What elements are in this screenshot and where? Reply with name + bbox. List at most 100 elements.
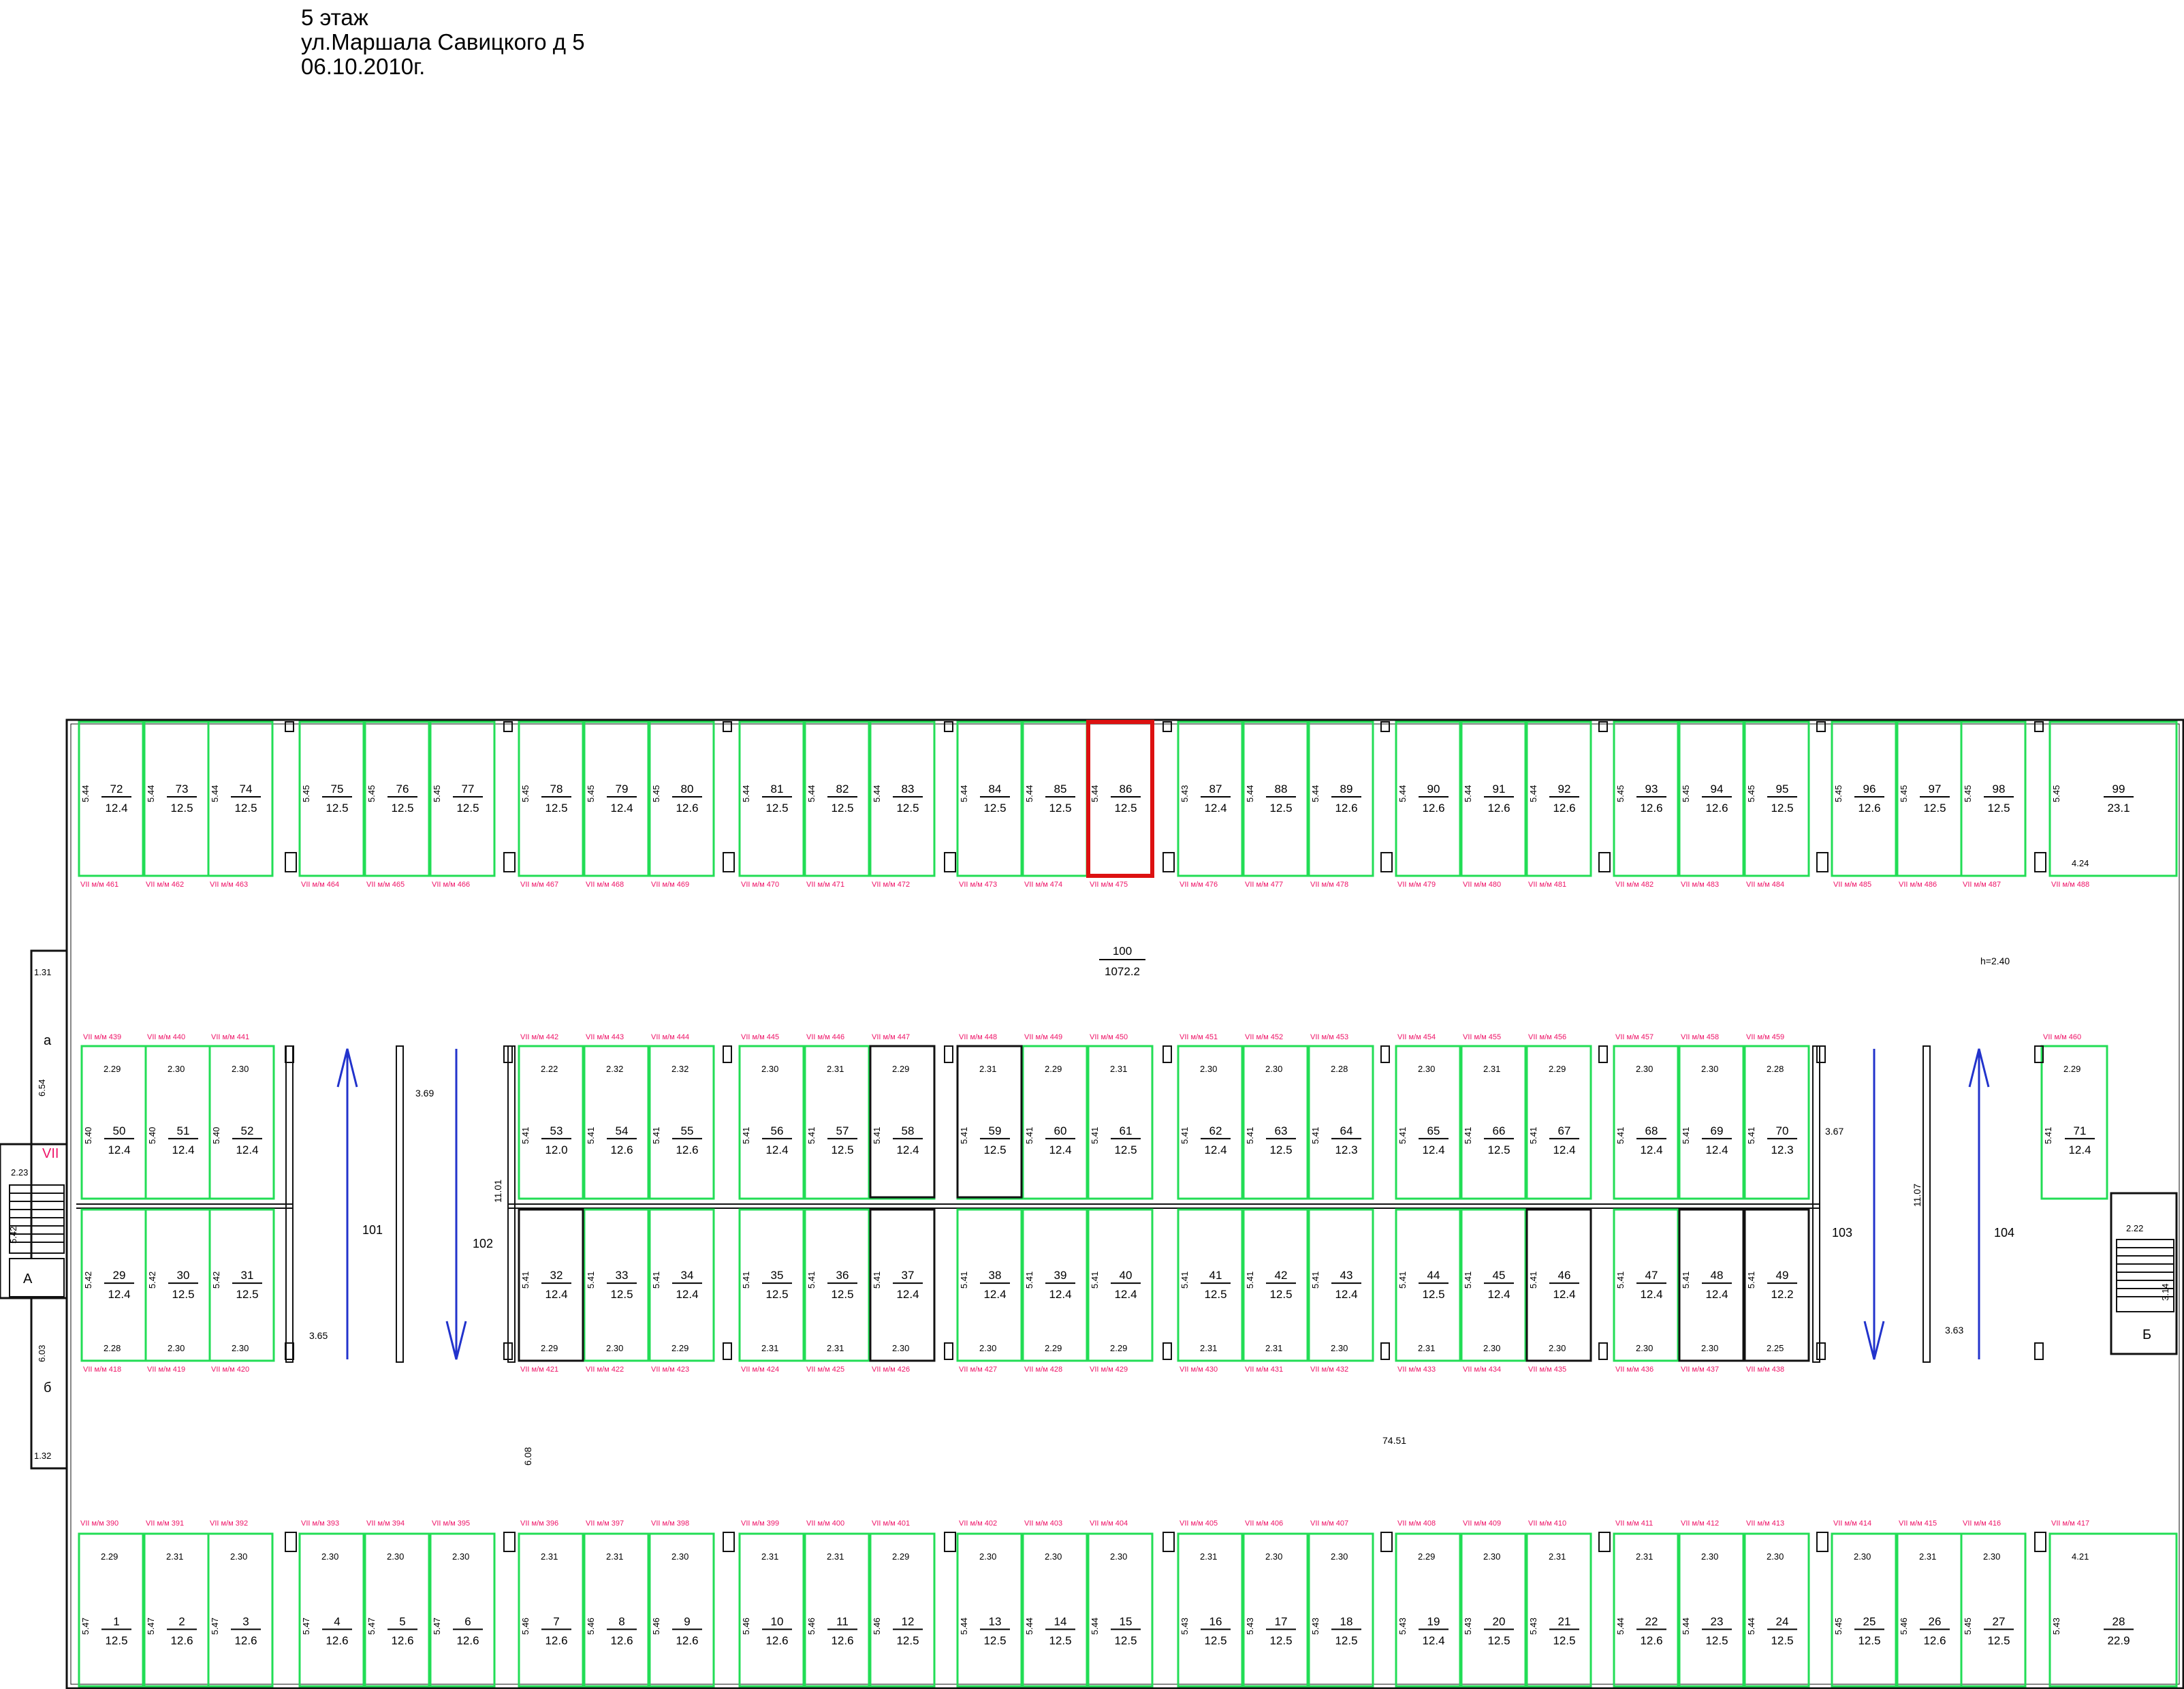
bay-tag: VII м/м 455 — [1463, 1033, 1501, 1041]
bay-depth: 5.41 — [1180, 1272, 1190, 1289]
bay-depth: 5.45 — [432, 785, 442, 802]
bay-width: 2.30 — [1483, 1343, 1500, 1353]
bay-number: 30 — [177, 1269, 190, 1282]
bay-area: 12.6 — [831, 1634, 853, 1647]
hall-length: 74.51 — [1382, 1435, 1406, 1446]
bay-width: 2.30 — [1701, 1343, 1718, 1353]
bay-depth: 5.41 — [651, 1127, 661, 1144]
bay-area: 12.4 — [236, 1143, 258, 1156]
bay-number: 97 — [1929, 783, 1942, 795]
bay-number: 59 — [989, 1124, 1002, 1137]
bay-area: 12.6 — [765, 1634, 788, 1647]
bay-width: 2.30 — [1110, 1551, 1127, 1562]
bay-number: 28 — [2112, 1615, 2125, 1628]
bay-number: 36 — [836, 1269, 849, 1282]
bay-tag: VII м/м 453 — [1310, 1033, 1348, 1041]
column-post — [2034, 721, 2044, 732]
bay-number: 34 — [681, 1269, 694, 1282]
bay-tag: VII м/м 424 — [741, 1366, 779, 1374]
column-post — [1598, 1045, 1608, 1063]
bay-number: 81 — [771, 783, 784, 795]
bay-depth: 5.41 — [1245, 1272, 1255, 1289]
bay-width: 2.30 — [1331, 1343, 1348, 1353]
bay-area: 12.5 — [1858, 1634, 1880, 1647]
passage-101: 101 3.69 3.65 — [309, 1048, 434, 1359]
bay-width: 2.30 — [1265, 1551, 1282, 1562]
bay-tag: VII м/м 419 — [147, 1366, 185, 1374]
bay-area: 12.4 — [1487, 1288, 1510, 1301]
stair-dim-right-2: 3.14 — [2160, 1284, 2170, 1301]
parking-bay[interactable] — [2048, 1532, 2178, 1688]
bay-number: 91 — [1493, 783, 1506, 795]
column-post — [723, 721, 732, 732]
bay-tag: VII м/м 482 — [1615, 881, 1653, 889]
bay-area: 12.6 — [234, 1634, 257, 1647]
passage-104: 104 3.63 — [1945, 1048, 2014, 1359]
bay-depth: 5.41 — [1090, 1272, 1100, 1289]
column-post — [503, 852, 516, 872]
bay-depth: 5.41 — [1245, 1127, 1255, 1144]
bay-area: 12.4 — [545, 1288, 567, 1301]
bay-width: 2.29 — [671, 1343, 689, 1353]
bay-number: 85 — [1054, 783, 1067, 795]
bay-area: 12.4 — [2068, 1143, 2091, 1156]
bay-area: 12.5 — [234, 802, 257, 815]
bay-area: 12.4 — [172, 1143, 194, 1156]
bay-number: 98 — [1993, 783, 2006, 795]
column-post — [944, 721, 953, 732]
bay-tag: VII м/м 456 — [1528, 1033, 1566, 1041]
bay-number: 66 — [1493, 1124, 1506, 1137]
bay-depth: 5.44 — [1528, 785, 1538, 802]
column-post — [1598, 1342, 1608, 1360]
parking-bay[interactable] — [2048, 721, 2178, 877]
bay-number: 29 — [113, 1269, 126, 1282]
bay-depth: 5.44 — [80, 785, 91, 802]
bay-depth: 5.41 — [2043, 1127, 2053, 1144]
bay-depth: 5.41 — [520, 1272, 531, 1289]
bay-width: 2.29 — [1045, 1343, 1062, 1353]
bay-number: 16 — [1209, 1615, 1222, 1628]
bay-width: 2.25 — [1767, 1343, 1784, 1353]
bay-area: 12.5 — [1269, 1143, 1292, 1156]
bay-depth: 5.44 — [1024, 1617, 1034, 1635]
bay-area: 12.5 — [1987, 802, 2010, 815]
column-post — [723, 1532, 735, 1552]
bay-depth: 5.41 — [1024, 1127, 1034, 1144]
bay-area: 12.5 — [326, 802, 348, 815]
bay-width: 2.30 — [168, 1343, 185, 1353]
bay-area: 12.6 — [610, 1634, 633, 1647]
bay-area: 12.5 — [1705, 1634, 1728, 1647]
bay-depth: 5.45 — [1615, 785, 1626, 802]
bay-number: 6 — [464, 1615, 471, 1628]
bay-number: 7 — [553, 1615, 559, 1628]
bay-number: 35 — [771, 1269, 784, 1282]
bay-area: 12.5 — [1923, 802, 1946, 815]
bay-depth: 5.46 — [806, 1617, 817, 1635]
bay-tag: VII м/м 483 — [1681, 881, 1719, 889]
bay-depth: 5.41 — [1397, 1127, 1408, 1144]
bay-tag: VII м/м 440 — [147, 1033, 185, 1041]
stair-dim-1: 1.31 — [34, 967, 51, 977]
bay-number: 73 — [176, 783, 189, 795]
bay-width: 2.29 — [104, 1064, 121, 1074]
bay-width: 2.29 — [1418, 1551, 1435, 1562]
bay-depth: 5.45 — [366, 785, 377, 802]
bay-depth: 5.41 — [1681, 1272, 1691, 1289]
bay-width: 2.30 — [387, 1551, 404, 1562]
bay-tag: VII м/м 486 — [1899, 881, 1937, 889]
bay-width: 2.29 — [1549, 1064, 1566, 1074]
bay-tag: VII м/м 415 — [1899, 1519, 1937, 1528]
bay-number: 99 — [2112, 783, 2125, 795]
passage-102-width: 11.01 — [492, 1180, 503, 1203]
bay-width: 2.31 — [1110, 1064, 1127, 1074]
bay-area: 12.5 — [983, 1143, 1006, 1156]
bay-width: 2.31 — [827, 1343, 844, 1353]
bay-number: 80 — [681, 783, 694, 795]
bay-width: 2.32 — [606, 1064, 623, 1074]
bay-width: 2.32 — [671, 1064, 689, 1074]
bay-area: 12.5 — [1204, 1634, 1226, 1647]
bay-depth: 5.46 — [741, 1617, 751, 1635]
bay-area: 12.4 — [1640, 1288, 1662, 1301]
bay-width: 2.31 — [1265, 1343, 1282, 1353]
bay-width: 2.30 — [230, 1551, 247, 1562]
